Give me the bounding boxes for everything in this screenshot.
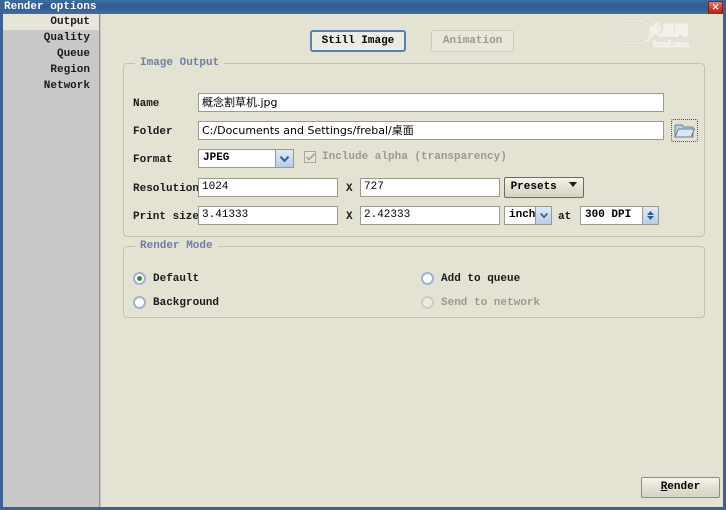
sidebar-item-label: Queue [56, 48, 90, 60]
sidebar-item-region[interactable]: Region [3, 62, 99, 78]
sidebar: Output Quality Queue Region Network [3, 14, 100, 507]
radio-button [421, 296, 434, 309]
sidebar-item-label: Quality [43, 32, 90, 44]
folder-icon [674, 124, 696, 138]
radio-send-to-network: Send to network [421, 296, 540, 309]
print-size-at-label: at [558, 211, 572, 223]
include-alpha-label: Include alpha (transparency) [322, 151, 507, 163]
check-icon [305, 153, 315, 161]
presets-button-label: Presets [510, 181, 557, 193]
format-select-value: JPEG [203, 152, 230, 164]
include-alpha-checkbox[interactable]: Include alpha (transparency) [304, 151, 507, 163]
radio-label: Send to network [441, 296, 541, 309]
print-size-separator: X [346, 211, 353, 223]
radio-label: Default [153, 272, 200, 285]
dpi-stepper[interactable]: 300 DPI [580, 206, 659, 225]
resolution-height-input[interactable]: 727 [360, 178, 500, 197]
folder-input[interactable]: C:/Documents and Settings/frebal/桌面 [198, 121, 664, 140]
window-title: Render options [4, 1, 97, 13]
radio-button[interactable] [133, 272, 146, 285]
sidebar-item-label: Region [50, 64, 90, 76]
format-select[interactable]: JPEG [198, 149, 294, 168]
presets-button[interactable]: Presets [504, 177, 584, 198]
folder-label: Folder [133, 126, 173, 138]
print-size-unit-value: inch [509, 209, 536, 221]
radio-background[interactable]: Background [133, 296, 219, 309]
print-size-label: Print size [133, 211, 200, 223]
radio-add-to-queue[interactable]: Add to queue [421, 272, 520, 285]
image-output-group-title: Image Output [135, 57, 225, 69]
print-size-width-input[interactable]: 3.41333 [198, 206, 338, 225]
radio-default[interactable]: Default [133, 272, 199, 285]
render-button-label: ender [667, 481, 701, 493]
render-button[interactable]: Render [641, 477, 720, 498]
name-input[interactable]: 概念割草机.jpg [198, 93, 664, 112]
format-label: Format [133, 154, 173, 166]
tab-still-image[interactable]: Still Image [309, 30, 407, 52]
print-size-height-input[interactable]: 2.42333 [360, 206, 500, 225]
chevron-down-icon[interactable] [275, 150, 293, 167]
radio-button[interactable] [133, 296, 146, 309]
resolution-label: Resolution [133, 183, 200, 195]
radio-label: Add to queue [441, 272, 521, 285]
render-mode-group-title: Render Mode [135, 240, 218, 252]
sidebar-item-network[interactable]: Network [3, 78, 99, 94]
sidebar-item-queue[interactable]: Queue [3, 46, 99, 62]
folder-browse-button[interactable] [671, 119, 698, 142]
tab-animation[interactable]: Animation [430, 30, 515, 52]
window-titlebar[interactable]: Render options ✕ [3, 0, 723, 14]
sidebar-item-label: Network [43, 80, 90, 92]
render-options-window: Render options ✕ Output Quality Queue Re… [0, 0, 726, 510]
checkbox-box[interactable] [304, 151, 316, 163]
sidebar-item-output[interactable]: Output [3, 14, 99, 30]
render-type-tabs: Still Image Animation [101, 30, 723, 52]
radio-button[interactable] [421, 272, 434, 285]
resolution-width-input[interactable]: 1024 [198, 178, 338, 197]
print-size-unit-select[interactable]: inch [504, 206, 552, 225]
close-icon[interactable]: ✕ [708, 1, 723, 14]
resolution-separator: X [346, 183, 353, 195]
sidebar-item-label: Output [50, 16, 90, 28]
radio-label: Background [153, 296, 220, 309]
chevron-down-icon [569, 182, 578, 187]
name-label: Name [133, 98, 160, 110]
sidebar-item-quality[interactable]: Quality [3, 30, 99, 46]
chevron-down-icon[interactable] [535, 207, 551, 224]
spinner-arrows-icon[interactable] [642, 207, 658, 224]
content-panel: 火星网 hxsd.com Still Image Animation Image… [101, 14, 723, 507]
dpi-value: 300 DPI [585, 209, 632, 221]
